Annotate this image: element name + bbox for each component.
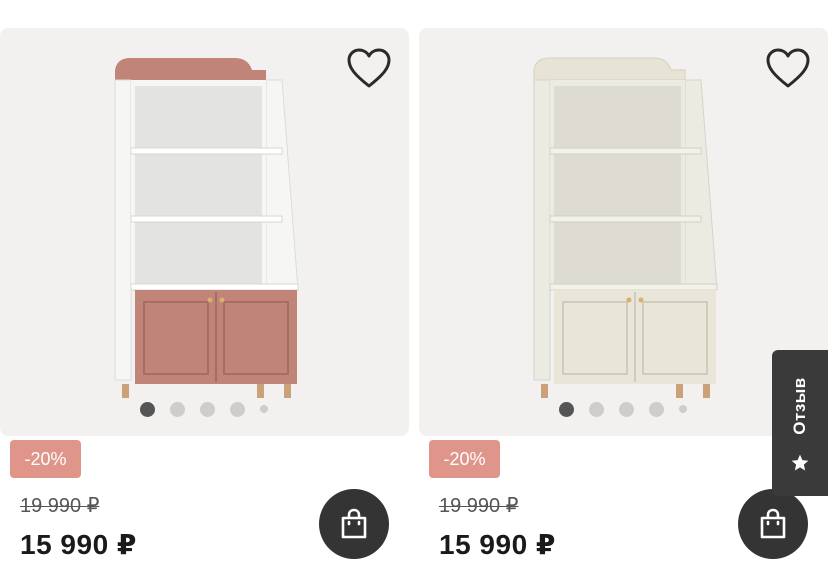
carousel-dot[interactable]	[200, 401, 215, 417]
carousel-dot[interactable]	[170, 401, 185, 417]
review-tab-label: Отзыв	[790, 377, 809, 435]
favorite-button[interactable]	[764, 44, 812, 92]
heart-outline-icon	[766, 48, 810, 88]
add-to-cart-button[interactable]	[738, 489, 808, 559]
favorite-button[interactable]	[345, 44, 393, 92]
review-tab-button[interactable]: Отзыв	[772, 350, 828, 496]
carousel-dot[interactable]	[559, 401, 574, 417]
heart-outline-icon	[347, 48, 391, 88]
old-price: 19 990 ₽	[20, 495, 100, 517]
product-card[interactable]: -20% 19 990 ₽ 15 990 ₽	[0, 0, 409, 575]
old-price: 19 990 ₽	[439, 495, 519, 517]
carousel-dots	[140, 400, 268, 418]
add-to-cart-button[interactable]	[319, 489, 389, 559]
shopping-bag-icon	[760, 508, 786, 539]
carousel-dot[interactable]	[649, 401, 664, 417]
carousel-dot[interactable]	[589, 401, 604, 417]
product-card[interactable]: -20% 19 990 ₽ 15 990 ₽	[419, 0, 828, 575]
shopping-bag-icon	[341, 508, 367, 539]
carousel-dot[interactable]	[260, 405, 268, 413]
product-image[interactable]	[419, 28, 828, 436]
product-image[interactable]	[0, 28, 409, 436]
carousel-dots	[559, 400, 687, 418]
discount-badge: -20%	[429, 440, 500, 478]
star-icon	[791, 454, 809, 471]
carousel-dot[interactable]	[619, 401, 634, 417]
carousel-dot[interactable]	[230, 401, 245, 417]
carousel-dot[interactable]	[679, 405, 687, 413]
discount-badge: -20%	[10, 440, 81, 478]
price: 15 990 ₽	[20, 529, 137, 560]
carousel-dot[interactable]	[140, 401, 155, 417]
price: 15 990 ₽	[439, 529, 556, 560]
